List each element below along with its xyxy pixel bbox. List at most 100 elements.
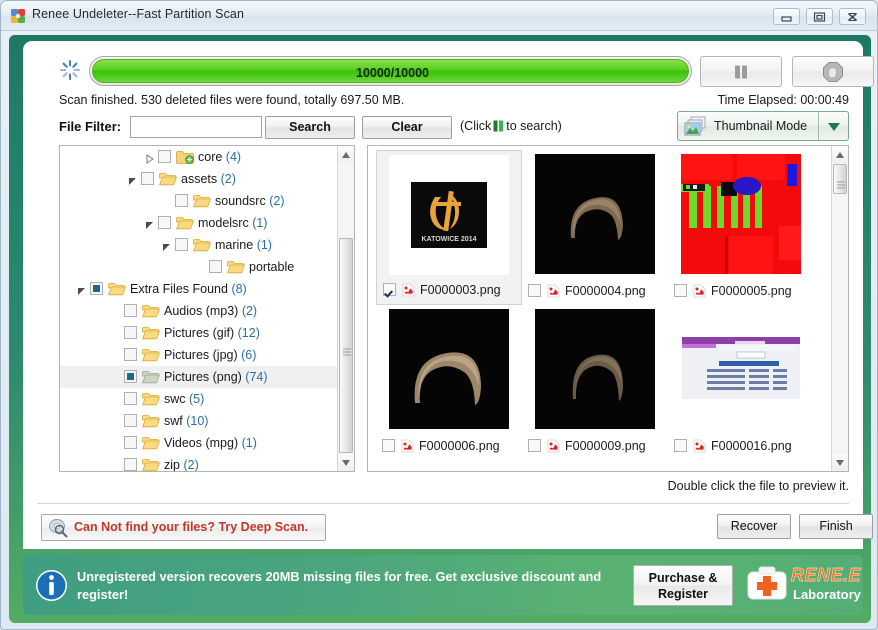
tree-item-videos-mpg[interactable]: Videos (mpg) (1) (60, 432, 338, 454)
tree-scroll-down-button[interactable] (338, 454, 354, 471)
tree-expanded-arrow-icon[interactable] (77, 279, 90, 301)
file-filter-input[interactable] (130, 116, 262, 138)
tree-item-checkbox[interactable] (209, 260, 222, 273)
tree-item-label: Audios (mp3) (164, 304, 239, 318)
tree-item-count: (4) (222, 150, 242, 164)
tree-item-count: (5) (185, 392, 205, 406)
tree-item-assets[interactable]: assets (2) (60, 168, 338, 190)
tree-item-portable[interactable]: portable (60, 256, 338, 278)
view-mode-arrow-button[interactable] (818, 112, 848, 140)
thumbnail-checkbox[interactable] (674, 439, 687, 452)
tree-item-checkbox[interactable] (124, 436, 137, 449)
tree-item-core[interactable]: core (4) (60, 146, 338, 168)
close-button[interactable] (839, 8, 866, 25)
purchase-register-button[interactable]: Purchase & Register (633, 565, 733, 606)
tree-scroll-thumb[interactable] (339, 238, 353, 453)
tree-item-checkbox[interactable] (90, 282, 103, 295)
thumbnail-image[interactable] (389, 309, 509, 429)
thumbnail-image[interactable]: KATOWICE 2014 (389, 155, 509, 275)
deep-scan-button[interactable]: Can Not find your files? Try Deep Scan. (41, 514, 326, 541)
stop-button[interactable] (792, 56, 874, 87)
purchase-label-line2: Register (657, 587, 709, 601)
tree-item-pictures-jpg[interactable]: Pictures (jpg) (6) (60, 344, 338, 366)
tree-item-checkbox[interactable] (158, 150, 171, 163)
tree-item-checkbox[interactable] (124, 414, 137, 427)
folder-tree-list[interactable]: core (4) assets (2) soundsrc (2) modelsrc (… (60, 146, 338, 471)
tree-item-count: (2) (179, 458, 199, 471)
tree-item-checkbox[interactable] (175, 238, 188, 251)
tree-item-checkbox[interactable] (124, 304, 137, 317)
thumbnail-checkbox[interactable] (382, 439, 395, 452)
clear-button[interactable]: Clear (362, 116, 452, 139)
tree-scrollbar[interactable] (337, 146, 354, 471)
tree-item-checkbox[interactable] (124, 458, 137, 471)
thumbnail-image[interactable] (681, 154, 801, 274)
tree-item-swf[interactable]: swf (10) (60, 410, 338, 432)
tree-expanded-arrow-icon[interactable] (162, 235, 175, 257)
tree-item-checkbox[interactable] (175, 194, 188, 207)
tree-item-checkbox[interactable] (124, 326, 137, 339)
thumbnail-item[interactable]: F0000006.png (376, 305, 522, 460)
png-file-icon (692, 284, 707, 298)
recover-button[interactable]: Recover (717, 514, 791, 539)
minimize-button[interactable] (773, 8, 800, 25)
tree-item-pictures-gif[interactable]: Pictures (gif) (12) (60, 322, 338, 344)
thumb-scroll-up-button[interactable] (832, 146, 848, 163)
tree-expanded-arrow-icon[interactable] (128, 169, 141, 191)
thumbnail-item[interactable]: F0000004.png (522, 150, 668, 305)
thumbnail-item[interactable]: F0000016.png (668, 305, 814, 460)
thumb-scroll-thumb[interactable] (833, 164, 847, 194)
pause-button[interactable] (700, 56, 782, 87)
tree-item-pictures-png[interactable]: Pictures (png) (74) (60, 366, 338, 388)
thumbnail-checkbox[interactable] (528, 439, 541, 452)
tree-item-checkbox[interactable] (124, 370, 137, 383)
folder-open-icon (193, 237, 212, 252)
search-button[interactable]: Search (265, 116, 355, 139)
scan-progress-bar: 10000/10000 (89, 56, 692, 86)
tree-expanded-arrow-icon[interactable] (145, 213, 158, 235)
tree-item-marine[interactable]: marine (1) (60, 234, 338, 256)
thumbnail-item[interactable]: F0000009.png (522, 305, 668, 460)
tree-item-audios-mp3[interactable]: Audios (mp3) (2) (60, 300, 338, 322)
tree-scroll-up-button[interactable] (338, 146, 354, 163)
thumbnail-image[interactable] (535, 309, 655, 429)
green-pause-mini-icon (493, 120, 504, 132)
scroll-grip-icon (837, 176, 845, 189)
thumbnail-scrollbar[interactable] (831, 146, 848, 471)
thumbnail-image[interactable] (535, 154, 655, 274)
thumbnail-item[interactable]: F0000005.png (668, 150, 814, 305)
tree-item-checkbox[interactable] (124, 392, 137, 405)
tree-item-label: modelsrc (198, 216, 249, 230)
tree-item-swc[interactable]: swc (5) (60, 388, 338, 410)
tree-item-checkbox[interactable] (158, 216, 171, 229)
thumbnail-caption-row: F0000009.png (528, 437, 662, 455)
tree-item-checkbox[interactable] (124, 348, 137, 361)
thumbnail-caption-row: F0000016.png (674, 437, 808, 455)
tree-item-extra-files-found[interactable]: Extra Files Found (8) (60, 278, 338, 300)
thumbnail-image[interactable] (681, 309, 801, 429)
tree-collapsed-arrow-icon[interactable] (145, 147, 158, 169)
disk-search-icon (48, 518, 68, 538)
tree-item-soundsrc[interactable]: soundsrc (2) (60, 190, 338, 212)
tree-item-modelsrc[interactable]: modelsrc (1) (60, 212, 338, 234)
thumbnail-filename: F0000004.png (565, 284, 646, 298)
tree-item-label: Extra Files Found (130, 282, 228, 296)
tree-item-count: (6) (237, 348, 257, 362)
logo-subtitle: Laboratory (793, 587, 861, 602)
finish-button[interactable]: Finish (799, 514, 873, 539)
tree-item-checkbox[interactable] (141, 172, 154, 185)
maximize-button[interactable] (806, 8, 833, 25)
thumbnail-checkbox[interactable] (674, 284, 687, 297)
thumbnail-checkbox[interactable] (383, 283, 396, 296)
tree-item-count: (2) (238, 304, 258, 318)
thumbnail-checkbox[interactable] (528, 284, 541, 297)
folder-open-icon (193, 193, 212, 208)
tree-item-zip[interactable]: zip (2) (60, 454, 338, 471)
tree-item-count: (10) (182, 414, 209, 428)
thumbnail-item[interactable]: KATOWICE 2014 F0000003.png (376, 150, 522, 305)
tree-item-count: (1) (253, 238, 272, 252)
thumb-scroll-down-button[interactable] (832, 454, 848, 471)
view-mode-dropdown[interactable]: Thumbnail Mode (677, 111, 849, 141)
png-file-icon (546, 439, 561, 453)
thumbnail-grid[interactable]: KATOWICE 2014 F0000003.png F0000004.png F00… (368, 146, 832, 471)
